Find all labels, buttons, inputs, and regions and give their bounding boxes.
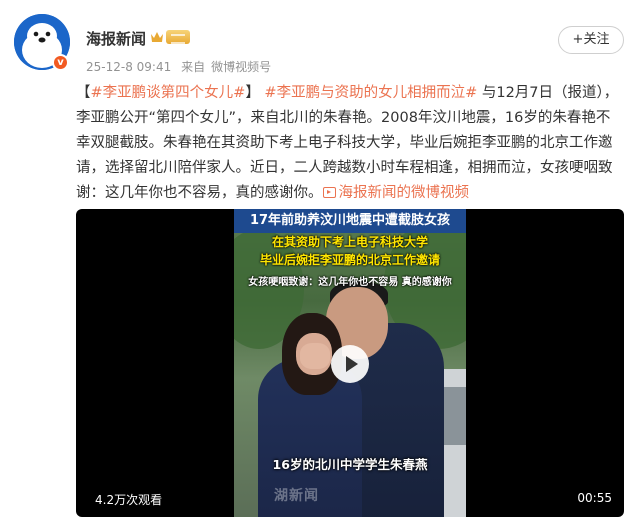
- hashtag-link-2[interactable]: #李亚鹏与资助的女儿相拥而泣#: [264, 85, 477, 101]
- video-caption-line4: 女孩哽咽致谢：这几年你也不容易 真的感谢你: [248, 277, 452, 288]
- follow-button[interactable]: +关注: [558, 26, 624, 54]
- post-body: 与12月7日（报道），李亚鹏公开“第四个女儿”，来自北川的朱春艳。2008年汶川…: [76, 85, 619, 201]
- video-caption-title: 17年前助养汶川地震中遭截肢女孩: [234, 209, 466, 233]
- video-watermark: 湖新闻: [274, 488, 319, 504]
- bracket-close: 】: [245, 85, 260, 101]
- post-text: 【#李亚鹏谈第四个女儿#】 #李亚鹏与资助的女儿相拥而泣# 与12月7日（报道）…: [76, 81, 624, 206]
- video-player[interactable]: 17年前助养汶川地震中遭截肢女孩 在其资助下考上电子科技大学 毕业后婉拒李亚鹏的…: [76, 209, 624, 517]
- source-prefix: 来自: [181, 60, 206, 74]
- video-caption-lines: 在其资助下考上电子科技大学 毕业后婉拒李亚鹏的北京工作邀请: [234, 233, 466, 269]
- verified-badge-icon: v: [52, 54, 69, 71]
- member-badge-icon: [166, 30, 190, 44]
- account-name[interactable]: 海报新闻: [86, 28, 146, 49]
- video-subtitle: 16岁的北川中学学生朱春燕: [272, 457, 428, 472]
- video-caption-line3: 毕业后婉拒李亚鹏的北京工作邀请: [259, 253, 440, 267]
- video-link-icon: [322, 187, 336, 198]
- post-header: v 海报新闻 25-12-8 09:41 来自 微博视频号 +关注: [12, 12, 628, 82]
- post-source[interactable]: 微博视频号: [211, 60, 271, 74]
- view-count: 4.2万次观看: [95, 493, 163, 507]
- hashtag-link-1[interactable]: #李亚鹏谈第四个女儿#: [91, 85, 246, 101]
- video-source-link[interactable]: 海报新闻的微博视频: [322, 185, 469, 201]
- bracket-open: 【: [76, 85, 91, 101]
- video-duration: 00:55: [577, 491, 612, 505]
- play-icon[interactable]: [331, 345, 369, 383]
- crown-icon: [151, 32, 163, 42]
- post-date[interactable]: 25-12-8 09:41: [86, 60, 171, 74]
- video-caption-line2: 在其资助下考上电子科技大学: [271, 235, 428, 249]
- post-meta: 25-12-8 09:41 来自 微博视频号: [86, 58, 277, 75]
